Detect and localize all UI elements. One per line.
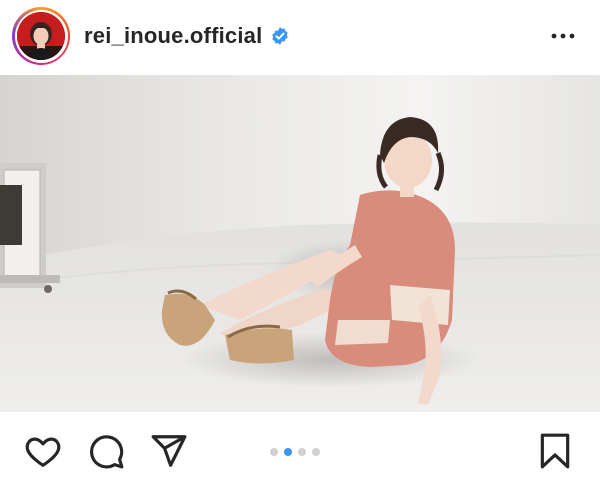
username[interactable]: rei_inoue.official	[84, 23, 262, 49]
verified-badge-icon	[272, 27, 289, 45]
bookmark-icon[interactable]	[536, 432, 574, 470]
post-photo	[0, 75, 600, 412]
paper-plane-icon[interactable]	[150, 432, 188, 470]
post-image[interactable]	[0, 75, 600, 412]
avatar[interactable]	[17, 12, 65, 60]
story-ring[interactable]	[12, 7, 70, 65]
post-header: rei_inoue.official	[0, 0, 600, 72]
carousel-dot	[312, 448, 320, 456]
carousel-dot-active	[284, 448, 292, 456]
action-bar	[0, 412, 600, 478]
carousel-dot	[270, 448, 278, 456]
carousel-dot	[298, 448, 306, 456]
avatar-image	[17, 12, 65, 60]
carousel-indicator	[270, 448, 320, 456]
heart-icon[interactable]	[24, 432, 62, 470]
ellipsis-horizontal-icon[interactable]	[548, 24, 578, 48]
comment-bubble-icon[interactable]	[87, 432, 125, 470]
